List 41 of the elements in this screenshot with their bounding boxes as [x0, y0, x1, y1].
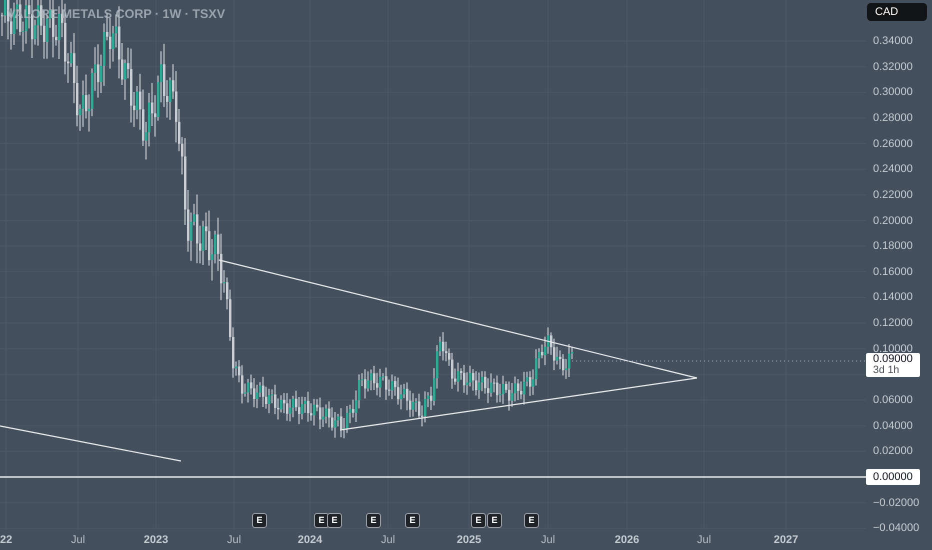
time-axis-label: Jul	[226, 533, 242, 547]
earnings-marker[interactable]: E	[314, 513, 329, 528]
current-price-value: 0.09000	[873, 354, 913, 365]
time-axis-label: 2027	[772, 533, 800, 547]
time-axis-label: Jul	[540, 533, 556, 547]
time-axis-label: Jul	[70, 533, 86, 547]
bar-countdown: 3d 1h	[873, 365, 900, 376]
time-axis-label: 2025	[456, 533, 482, 547]
time-axis-label: 2023	[142, 533, 170, 547]
price-axis-label: 0.34000	[873, 34, 913, 48]
price-axis-label: 0.26000	[873, 136, 913, 151]
price-axis-label: 0.18000	[873, 239, 913, 254]
price-axis-label: 0.02000	[873, 444, 913, 458]
price-axis-label: 0.32000	[873, 60, 913, 74]
price-axis-label: 0.06000	[873, 393, 913, 408]
price-axis-label: 0.20000	[873, 214, 913, 228]
earnings-marker[interactable]: E	[405, 513, 420, 528]
zero-price-label: 0.00000	[866, 469, 920, 485]
time-axis-label: 2024	[296, 533, 324, 547]
price-axis-label: 0.22000	[873, 188, 913, 202]
price-axis-label: 0.30000	[873, 85, 913, 100]
earnings-marker[interactable]: E	[524, 513, 539, 528]
currency-button[interactable]: CAD	[867, 3, 927, 21]
earnings-marker[interactable]: E	[471, 513, 486, 528]
price-axis-label: 0.04000	[873, 418, 913, 433]
earnings-marker[interactable]: E	[366, 513, 381, 528]
earnings-marker[interactable]: E	[327, 513, 342, 528]
price-axis-label: 0.24000	[873, 162, 913, 176]
time-axis-label: Jul	[380, 533, 396, 547]
earnings-marker[interactable]: E	[252, 513, 267, 528]
earnings-marker[interactable]: E	[487, 513, 502, 528]
price-axis-label: −0.02000	[873, 496, 920, 510]
price-axis-label: −0.04000	[873, 521, 920, 536]
price-axis-label: 0.16000	[873, 264, 913, 279]
time-axis-label: Jul	[696, 533, 712, 547]
price-axis-label: 0.14000	[873, 290, 913, 304]
price-axis-label: 0.12000	[873, 316, 913, 330]
price-axis-label: 0.28000	[873, 110, 913, 125]
price-axis-label: 0.10000	[873, 342, 913, 355]
time-axis-label: 22	[0, 533, 14, 547]
time-axis-label: 2026	[614, 533, 640, 547]
